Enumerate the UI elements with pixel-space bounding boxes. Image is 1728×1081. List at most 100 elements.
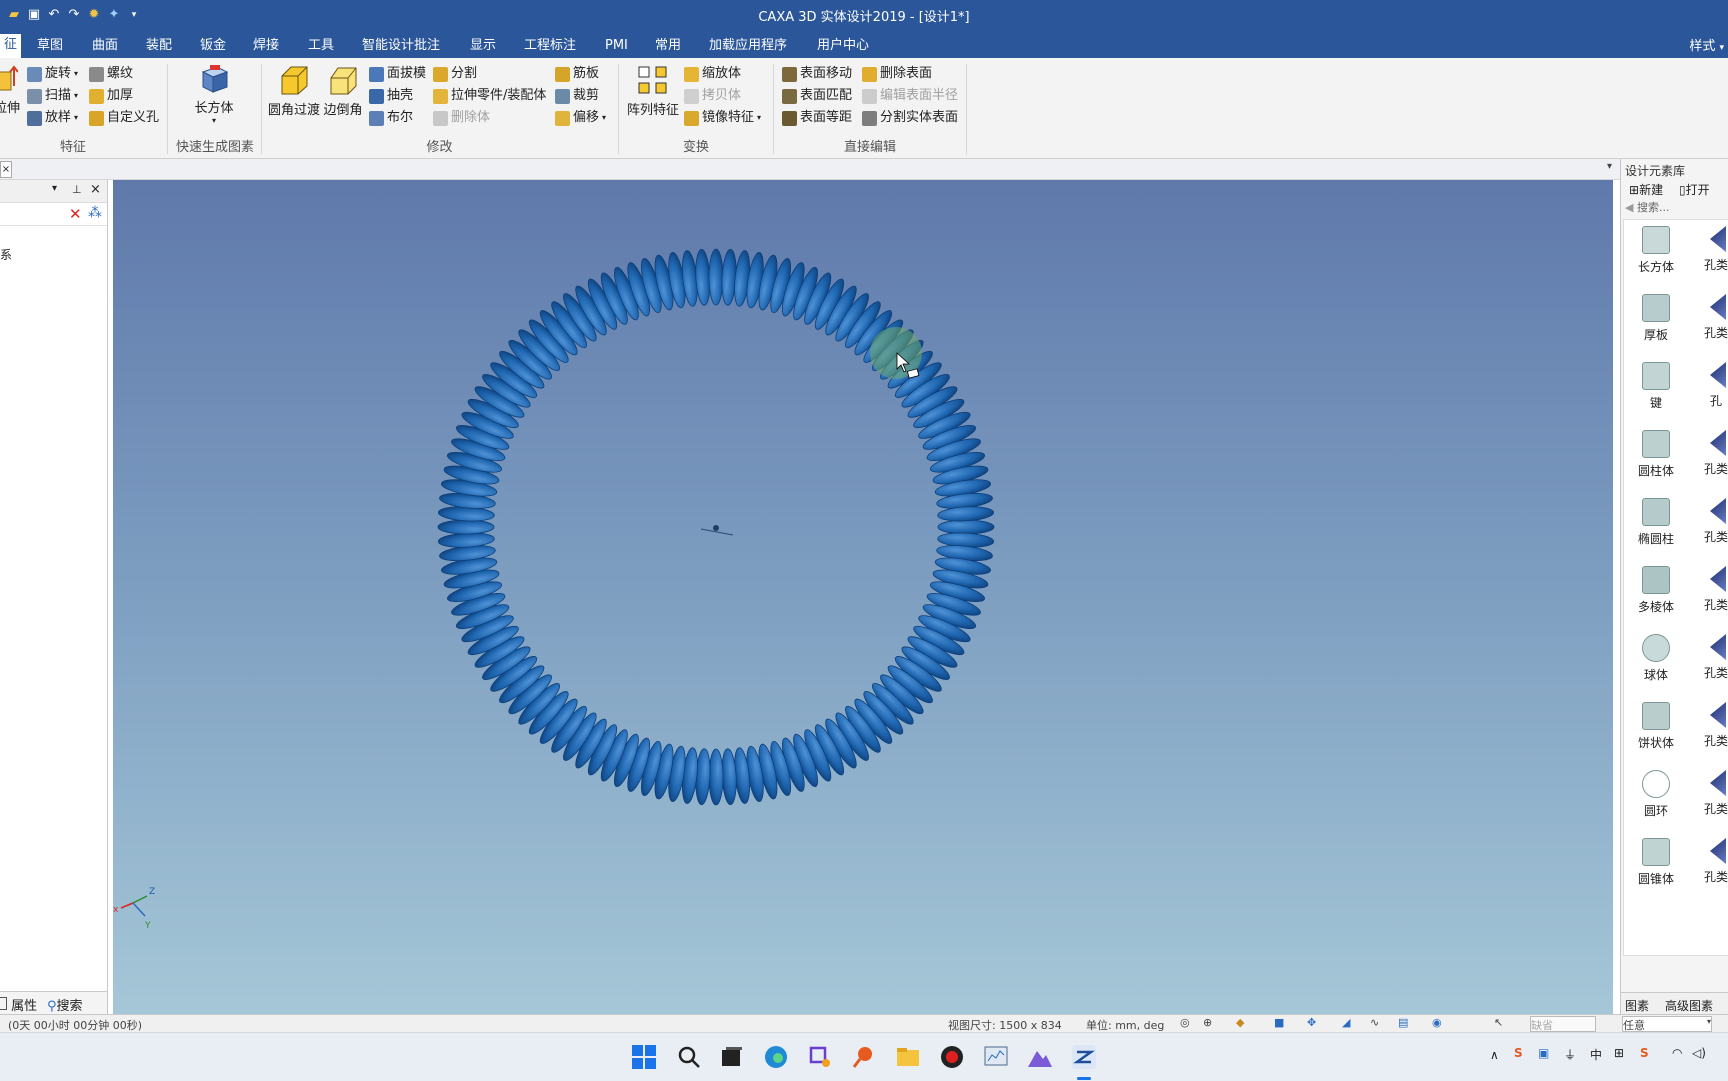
tab-pmi[interactable]: PMI	[605, 35, 628, 57]
file-explorer-icon[interactable]	[894, 1043, 922, 1071]
view-orient-icon[interactable]: ◆	[1236, 1016, 1244, 1029]
library-item[interactable]: 厚板	[1626, 294, 1686, 343]
close-icon[interactable]: ×	[90, 182, 101, 197]
equal-face-button[interactable]: 表面等距	[782, 108, 852, 128]
render-mode-icon[interactable]: ■	[1274, 1016, 1284, 1029]
mirror-feature-button[interactable]: 镜像特征 ▾	[684, 108, 761, 128]
monitor-chart-icon[interactable]	[982, 1043, 1010, 1071]
tree-filter-icon[interactable]: ⁂	[88, 205, 102, 221]
fillet-button[interactable]: 圆角过渡	[266, 64, 322, 118]
draft-face-button[interactable]: 面拔模	[369, 64, 426, 84]
copy-body-button[interactable]: 拷贝体	[684, 86, 741, 106]
library-item[interactable]: 孔类	[1696, 498, 1728, 545]
tab-surface[interactable]: 曲面	[92, 35, 118, 57]
back-icon[interactable]: ◀	[1625, 201, 1633, 214]
library-item[interactable]: 孔类	[1696, 770, 1728, 817]
library-item[interactable]: 孔类	[1696, 294, 1728, 341]
library-item[interactable]: 孔类	[1696, 226, 1728, 273]
extrude-part-button[interactable]: 拉伸零件/装配体	[433, 86, 546, 106]
zoom-fit-icon[interactable]: ◎	[1180, 1016, 1190, 1029]
loft-button[interactable]: 放样 ▾	[27, 108, 78, 128]
delete-icon[interactable]: ✕	[69, 205, 82, 223]
viewport-canvas[interactable]: x Z Y	[113, 180, 1613, 1014]
library-item[interactable]: 椭圆柱	[1626, 498, 1686, 547]
chamfer-button[interactable]: 边倒角	[322, 64, 364, 118]
tab-load-apps[interactable]: 加载应用程序	[709, 35, 787, 57]
sweep-button[interactable]: 扫描 ▾	[27, 86, 78, 106]
extrude-button[interactable]: 拉伸	[0, 64, 20, 116]
pick-icon[interactable]: ↖	[1494, 1016, 1503, 1029]
library-item[interactable]: 孔类	[1696, 566, 1728, 613]
wifi-icon[interactable]: ◠	[1672, 1046, 1682, 1060]
library-item[interactable]: 圆锥体	[1626, 838, 1686, 887]
chevron-down-icon[interactable]: ▾	[1607, 161, 1612, 172]
rib-button[interactable]: 筋板	[555, 64, 599, 84]
style-menu[interactable]: 样式 ▾	[1689, 35, 1724, 54]
offset-button[interactable]: 偏移 ▾	[555, 108, 606, 128]
chevron-up-icon[interactable]: ∧	[1490, 1048, 1499, 1062]
section-icon[interactable]: ◢	[1342, 1016, 1350, 1029]
microphone-icon[interactable]: ⏚	[1564, 1046, 1576, 1063]
rotate-button[interactable]: 旋转 ▾	[27, 64, 78, 84]
default-box[interactable]: 缺省	[1530, 1016, 1596, 1032]
tab-user-center[interactable]: 用户中心	[817, 35, 869, 57]
task-view-icon[interactable]	[718, 1043, 746, 1071]
library-item[interactable]: 孔类	[1696, 430, 1728, 477]
library-item[interactable]: 多棱体	[1626, 566, 1686, 615]
thicken-button[interactable]: 加厚	[89, 86, 133, 106]
select-mode-dropdown[interactable]: 任意 ▾	[1622, 1016, 1712, 1032]
tab-search[interactable]: ⚲搜索	[47, 995, 83, 1014]
tray-display-icon[interactable]: ▣	[1538, 1046, 1549, 1060]
library-item[interactable]: 饼状体	[1626, 702, 1686, 751]
3d-viewport[interactable]: x Z Y	[113, 180, 1613, 1014]
zoom-icon[interactable]: ⊕	[1203, 1016, 1212, 1029]
library-item[interactable]: 圆环	[1626, 770, 1686, 819]
edge-browser-icon[interactable]	[762, 1043, 790, 1071]
tab-properties[interactable]: 属性	[0, 995, 37, 1014]
tab-smart-annotation[interactable]: 智能设计批注	[362, 35, 440, 57]
tab-sheet-metal[interactable]: 钣金	[200, 35, 226, 57]
library-item[interactable]: 孔类	[1696, 634, 1728, 681]
screen-recorder-icon[interactable]	[938, 1043, 966, 1071]
tab-sketch[interactable]: 草图	[37, 35, 63, 57]
ime-icon[interactable]: 中	[1590, 1046, 1602, 1063]
library-search-input[interactable]: ◀ 搜索...	[1625, 199, 1725, 215]
snipping-tool-icon[interactable]	[806, 1043, 834, 1071]
display-icon[interactable]: ▤	[1398, 1016, 1408, 1029]
delete-face-button[interactable]: 删除表面	[862, 64, 932, 84]
tab-advanced-elements[interactable]: 高级图素	[1665, 997, 1713, 1014]
tab-tools[interactable]: 工具	[308, 35, 334, 57]
library-item[interactable]: 孔类	[1696, 838, 1728, 885]
delete-body-button[interactable]: 删除体	[433, 108, 490, 128]
shell-button[interactable]: 抽壳	[369, 86, 413, 106]
library-item[interactable]: 键	[1626, 362, 1686, 411]
split-button[interactable]: 分割	[433, 64, 477, 84]
tray-grid-icon[interactable]: ⊞	[1614, 1046, 1624, 1060]
windows-start-icon[interactable]	[630, 1043, 658, 1071]
match-face-button[interactable]: 表面匹配	[782, 86, 852, 106]
caxa-app-icon[interactable]	[1070, 1043, 1098, 1071]
light-icon[interactable]: ◉	[1432, 1016, 1442, 1029]
rotate-view-icon[interactable]: ✥	[1307, 1016, 1316, 1029]
tab-common[interactable]: 常用	[655, 35, 681, 57]
volume-icon[interactable]: ◁)	[1692, 1046, 1706, 1060]
library-item[interactable]: 孔类	[1696, 702, 1728, 749]
library-item[interactable]: 圆柱体	[1626, 430, 1686, 479]
tray-s2-icon[interactable]: S	[1640, 1046, 1649, 1060]
library-open-button[interactable]: ▯打开	[1679, 181, 1710, 198]
library-item[interactable]: 球体	[1626, 634, 1686, 683]
edit-face-radius-button[interactable]: 编辑表面半径	[862, 86, 958, 106]
tab-welding[interactable]: 焊接	[253, 35, 279, 57]
pattern-feature-button[interactable]: 阵列特征	[624, 64, 682, 118]
boolean-button[interactable]: 布尔	[369, 108, 413, 128]
tree-item[interactable]: 系	[0, 246, 12, 263]
scale-body-button[interactable]: 缩放体	[684, 64, 741, 84]
search-icon[interactable]	[675, 1043, 703, 1071]
mountain-app-icon[interactable]	[1026, 1043, 1054, 1071]
magnifier-app-icon[interactable]	[850, 1043, 878, 1071]
move-face-button[interactable]: 表面移动	[782, 64, 852, 84]
measure-icon[interactable]: ∿	[1370, 1016, 1379, 1029]
split-solid-face-button[interactable]: 分割实体表面	[862, 108, 958, 128]
chevron-down-icon[interactable]: ▾	[52, 183, 57, 194]
library-new-button[interactable]: ⊞新建	[1629, 181, 1663, 198]
